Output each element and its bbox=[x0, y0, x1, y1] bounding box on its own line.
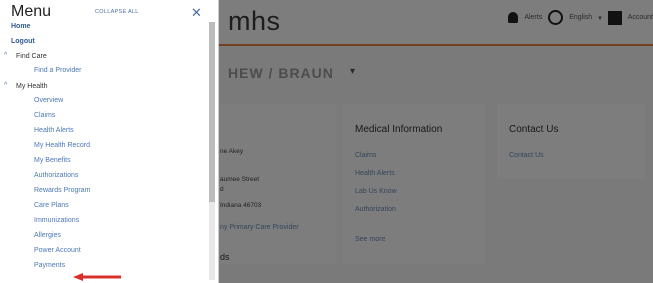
menu-item-my-health-record[interactable]: My Health Record bbox=[34, 142, 90, 149]
chevron-up-icon[interactable]: ^ bbox=[4, 52, 7, 59]
overlay-scrim[interactable] bbox=[218, 0, 653, 283]
red-arrow-annotation bbox=[73, 273, 121, 281]
menu-item-overview[interactable]: Overview bbox=[34, 97, 63, 104]
menu-item-home[interactable]: Home bbox=[11, 23, 30, 30]
menu-item-rewards-program[interactable]: Rewards Program bbox=[34, 187, 90, 194]
scrollbar-thumb[interactable] bbox=[209, 22, 215, 202]
menu-item-immunizations[interactable]: Immunizations bbox=[34, 217, 79, 224]
menu-item-logout[interactable]: Logout bbox=[11, 38, 35, 45]
menu-item-care-plans[interactable]: Care Plans bbox=[34, 202, 69, 209]
chevron-up-icon[interactable]: ^ bbox=[4, 82, 7, 89]
menu-section-my-health[interactable]: My Health bbox=[16, 83, 48, 90]
menu-title: Menu bbox=[11, 3, 52, 20]
menu-section-find-care[interactable]: Find Care bbox=[16, 53, 47, 60]
menu-item-power-account[interactable]: Power Account bbox=[34, 247, 81, 254]
menu-item-authorizations[interactable]: Authorizations bbox=[34, 172, 78, 179]
menu-item-payments[interactable]: Payments bbox=[34, 262, 65, 269]
menu-item-claims[interactable]: Claims bbox=[34, 112, 55, 119]
collapse-all-button[interactable]: COLLAPSE ALL bbox=[95, 9, 139, 15]
close-icon[interactable]: ✕ bbox=[191, 5, 202, 21]
side-menu: Menu COLLAPSE ALL ✕ Home Logout ^ Find C… bbox=[0, 0, 219, 283]
menu-item-my-benefits[interactable]: My Benefits bbox=[34, 157, 71, 164]
menu-item-allergies[interactable]: Allergies bbox=[34, 232, 61, 239]
menu-item-find-a-provider[interactable]: Find a Provider bbox=[34, 67, 81, 74]
menu-item-health-alerts[interactable]: Health Alerts bbox=[34, 127, 74, 134]
